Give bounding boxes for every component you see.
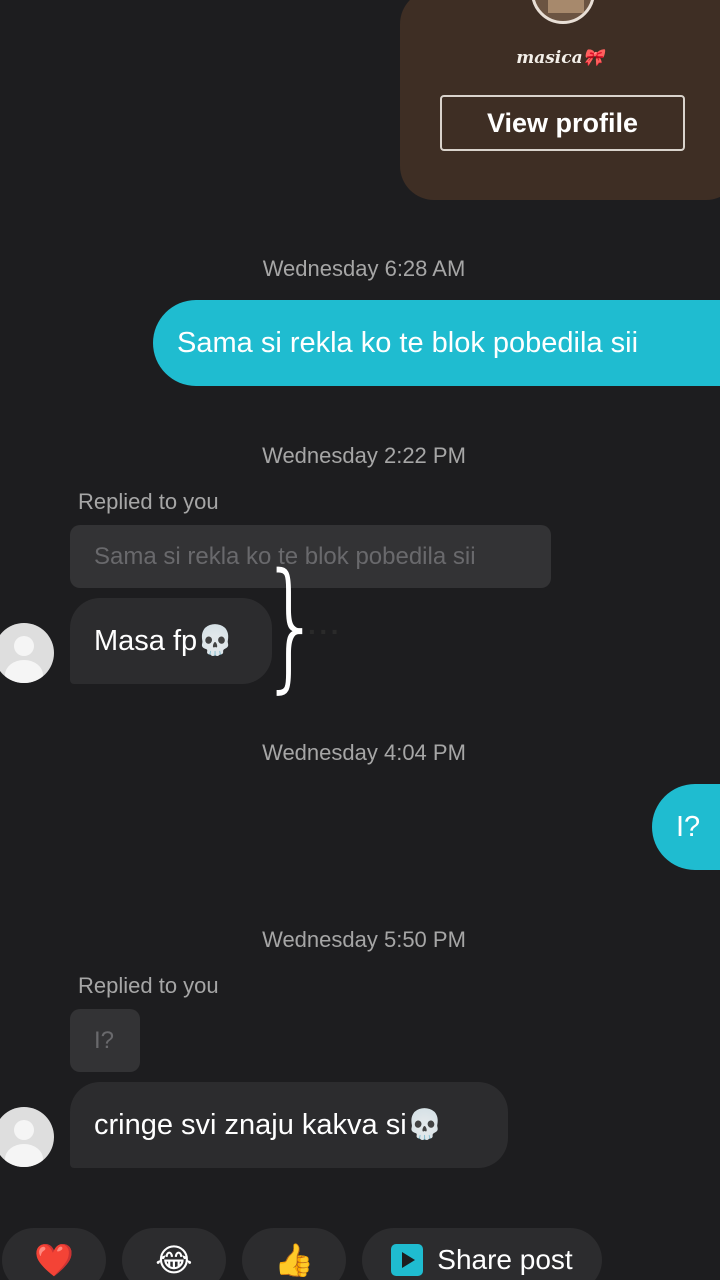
outgoing-message[interactable]: I? [652, 784, 720, 870]
more-options-icon[interactable]: ··· [308, 616, 342, 648]
replied-to-you-label: Replied to you [78, 489, 219, 514]
thumbs-up-icon: 👍 [274, 1242, 314, 1278]
quoted-message[interactable]: I? [70, 1009, 140, 1072]
outgoing-message[interactable]: Sama si rekla ko te blok pobedila sii [153, 300, 720, 386]
share-post-label: Share post [437, 1244, 573, 1275]
incoming-message[interactable]: cringe svi znaju kakva si💀 [70, 1082, 508, 1168]
timestamp: Wednesday 4:04 PM [262, 740, 466, 765]
reaction-bar: ❤️ 😂 👍 Share post [0, 1228, 720, 1280]
avatar[interactable] [0, 623, 54, 683]
timestamp: Wednesday 2:22 PM [262, 443, 466, 468]
laugh-reaction-button[interactable]: 😂 [122, 1228, 226, 1280]
view-profile-button[interactable]: View profile [440, 95, 685, 151]
avatar[interactable] [0, 1107, 54, 1167]
timestamp: Wednesday 6:28 AM [262, 256, 466, 281]
profile-name: masica🎀 [516, 48, 604, 68]
share-icon [391, 1244, 424, 1276]
thumbs-up-reaction-button[interactable]: 👍 [242, 1228, 346, 1280]
heart-reaction-button[interactable]: ❤️ [2, 1228, 106, 1280]
laughing-face-icon: 😂 [155, 1242, 193, 1278]
incoming-message[interactable]: Masa fp💀 [70, 598, 272, 684]
timestamp: Wednesday 5:50 PM [262, 927, 466, 952]
share-post-button[interactable]: Share post [362, 1228, 602, 1280]
heart-icon: ❤️ [34, 1242, 74, 1278]
replied-to-you-label: Replied to you [78, 973, 219, 998]
